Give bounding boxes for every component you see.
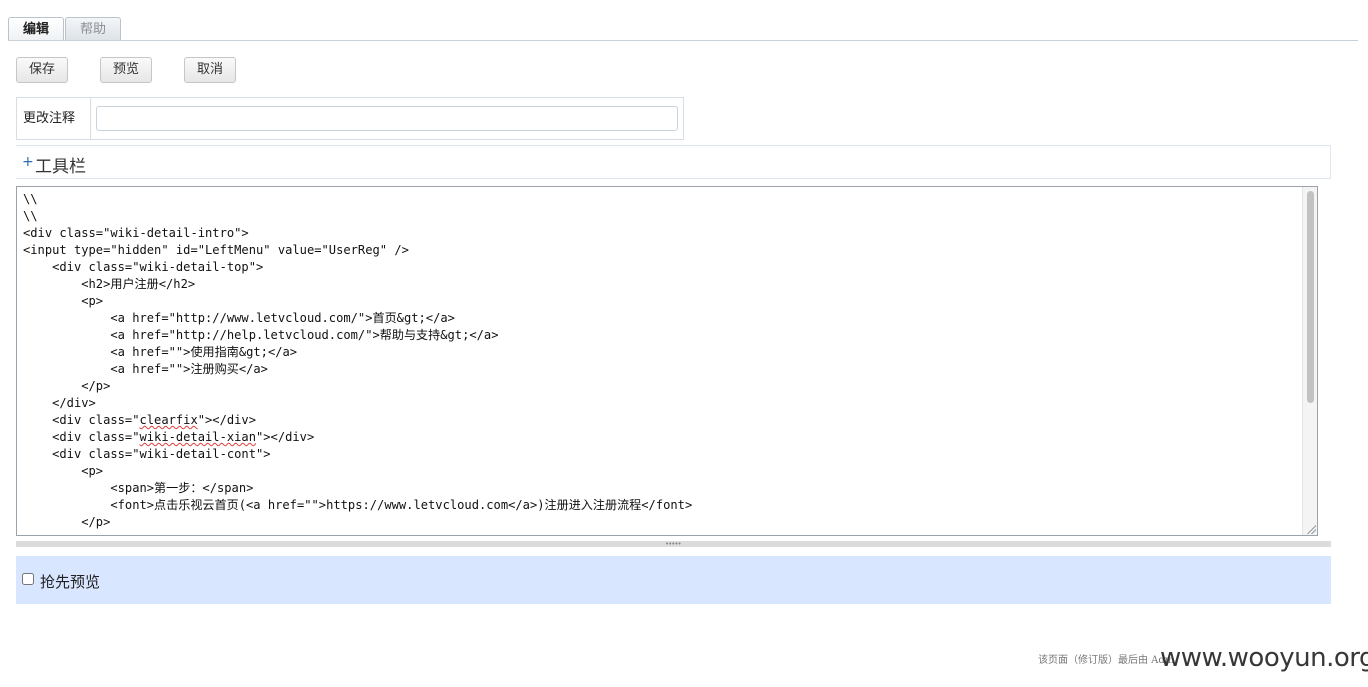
scrollbar-thumb[interactable] (1307, 191, 1314, 403)
code-line: <div class="wiki-detail-cont"> (23, 447, 271, 461)
save-button[interactable]: 保存 (16, 57, 68, 83)
tab-help[interactable]: 帮助 (65, 17, 122, 40)
resize-grip-icon[interactable] (1306, 524, 1316, 534)
code-line: </p> (23, 515, 111, 529)
source-editor[interactable]: \\ \\ <div class="wiki-detail-intro"> <inpu… (16, 186, 1318, 536)
spellcheck-mark: clearfix (139, 413, 198, 427)
code-line: \\ (23, 192, 38, 206)
live-preview-checkbox[interactable] (22, 573, 34, 585)
code-line: <div class="clearfix"></div> (23, 413, 256, 427)
code-line: </div> (23, 396, 96, 410)
tab-divider (8, 40, 1358, 41)
cancel-button[interactable]: 取消 (184, 57, 236, 83)
spellcheck-mark: wiki-detail-xian (139, 430, 257, 444)
expand-icon[interactable]: + (22, 154, 34, 170)
live-preview-bar: 抢先预览 (16, 556, 1331, 604)
source-text[interactable]: \\ \\ <div class="wiki-detail-intro"> <inpu… (23, 191, 1299, 531)
footer-note: 该页面（修订版）最后由 Adm (1038, 655, 1175, 666)
change-note-input[interactable] (96, 106, 678, 131)
code-line: <p> (23, 464, 104, 478)
change-note-row: 更改注释 (16, 97, 684, 140)
toolbar-header[interactable]: + 工具栏 (16, 145, 1331, 179)
code-line: <a href="">注册购买</a> (23, 362, 268, 376)
watermark: www.wooyun.org (1160, 643, 1368, 673)
code-line: <div class="wiki-detail-top"> (23, 260, 264, 274)
code-line: <font>点击乐视云首页(<a href="">https://www.let… (23, 498, 693, 512)
change-note-label: 更改注释 (17, 98, 91, 139)
code-line: <a href="http://help.letvcloud.com/">帮助与… (23, 328, 499, 342)
live-preview-label[interactable]: 抢先预览 (40, 571, 100, 592)
code-line: <a href="">使用指南&gt;</a> (23, 345, 298, 359)
editor-tabs: 编辑 帮助 (8, 17, 122, 41)
tab-edit[interactable]: 编辑 (8, 17, 65, 41)
code-line: <div class="wiki-detail-intro"> (23, 226, 249, 240)
splitter-grip-icon: ••••• (665, 540, 682, 548)
editor-scrollbar[interactable] (1302, 187, 1317, 535)
code-line: <div class="wiki-detail-xian"></div> (23, 430, 315, 444)
code-line: \\ (23, 209, 38, 223)
code-line: <h2>用户注册</h2> (23, 277, 196, 291)
code-line: <p> (23, 294, 104, 308)
code-line: </p> (23, 379, 111, 393)
preview-button[interactable]: 预览 (100, 57, 152, 83)
code-line: <span>第一步：</span> (23, 481, 254, 495)
code-line: <input type="hidden" id="LeftMenu" value… (23, 243, 409, 257)
code-line: <a href="http://www.letvcloud.com/">首页&g… (23, 311, 455, 325)
toolbar-title: 工具栏 (35, 157, 86, 177)
